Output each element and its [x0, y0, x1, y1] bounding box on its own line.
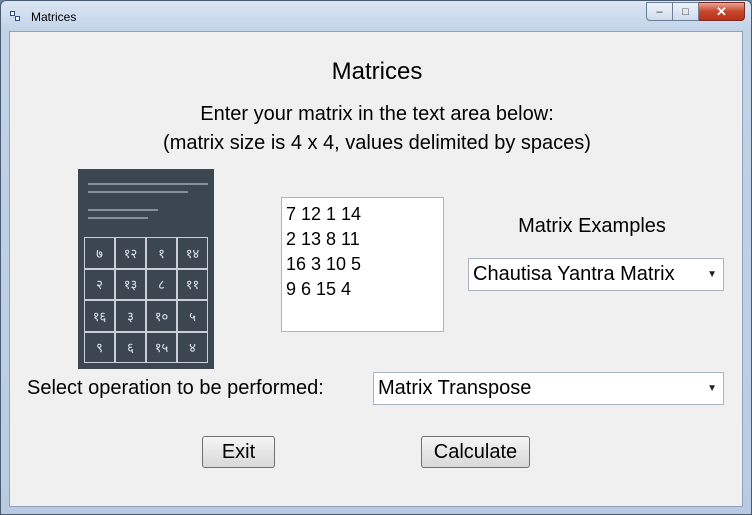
maximize-button[interactable]: □	[673, 2, 699, 21]
title-bar[interactable]: Matrices – □ ✕	[1, 1, 751, 31]
yantra-cell: ११	[177, 268, 208, 300]
yantra-cell: १०	[146, 300, 177, 332]
minimize-button[interactable]: –	[646, 2, 673, 21]
matrix-row: 2 13 8 11	[286, 229, 360, 249]
dropdown-arrow-icon[interactable]: ▼	[707, 383, 717, 394]
app-window: Matrices – □ ✕ Matrices Enter your matri…	[0, 0, 752, 515]
operation-dropdown[interactable]: Matrix Transpose ▼	[373, 372, 724, 405]
yantra-cell: ४	[177, 331, 208, 363]
yantra-cell: ९	[84, 331, 115, 363]
dropdown-arrow-icon[interactable]: ▼	[707, 269, 717, 280]
matrix-row: 16 3 10 5	[286, 254, 362, 274]
yantra-cell: ५	[177, 300, 208, 332]
yantra-cell: १६	[84, 300, 115, 332]
matrix-examples-dropdown[interactable]: Chautisa Yantra Matrix ▼	[468, 258, 724, 291]
yantra-cell: ३	[115, 300, 146, 332]
form-client-area: Matrices Enter your matrix in the text a…	[9, 31, 743, 507]
window-title: Matrices	[31, 10, 77, 24]
page-title: Matrices	[331, 58, 423, 85]
close-button[interactable]: ✕	[699, 2, 745, 21]
instruction-line-1: Enter your matrix in the text area below…	[200, 103, 554, 125]
yantra-grid: ७ १२ १ १४ २ १३ ८ ११ १६ ३ १० ५ ९ ६ १५ ४	[84, 237, 208, 363]
chautisa-yantra-image: ७ १२ १ १४ २ १३ ८ ११ १६ ३ १० ५ ९ ६ १५ ४	[78, 169, 214, 369]
app-icon	[10, 11, 22, 23]
window-controls: – □ ✕	[646, 2, 745, 22]
yantra-cell: ८	[146, 268, 177, 300]
instruction-line-2: (matrix size is 4 x 4, values delimited …	[163, 132, 591, 154]
yantra-cell: १४	[177, 237, 208, 269]
yantra-cell: ६	[115, 331, 146, 363]
exit-button[interactable]: Exit	[202, 436, 275, 468]
calculate-button[interactable]: Calculate	[421, 436, 530, 468]
yantra-cell: १५	[146, 331, 177, 363]
matrix-row: 9 6 15 4	[286, 279, 352, 299]
matrix-examples-label: Matrix Examples	[518, 215, 666, 237]
matrix-examples-selected: Chautisa Yantra Matrix	[473, 263, 675, 285]
yantra-cell: १३	[115, 268, 146, 300]
operation-label: Select operation to be performed:	[27, 377, 324, 399]
yantra-cell: १२	[115, 237, 146, 269]
yantra-cell: १	[146, 237, 177, 269]
matrix-row: 7 12 1 14	[286, 204, 362, 224]
yantra-cell: ७	[84, 237, 115, 269]
operation-selected: Matrix Transpose	[378, 377, 532, 399]
matrix-input-textarea[interactable]: 7 12 1 14 2 13 8 11 16 3 10 5 9 6 15 4	[281, 197, 444, 332]
yantra-cell: २	[84, 268, 115, 300]
